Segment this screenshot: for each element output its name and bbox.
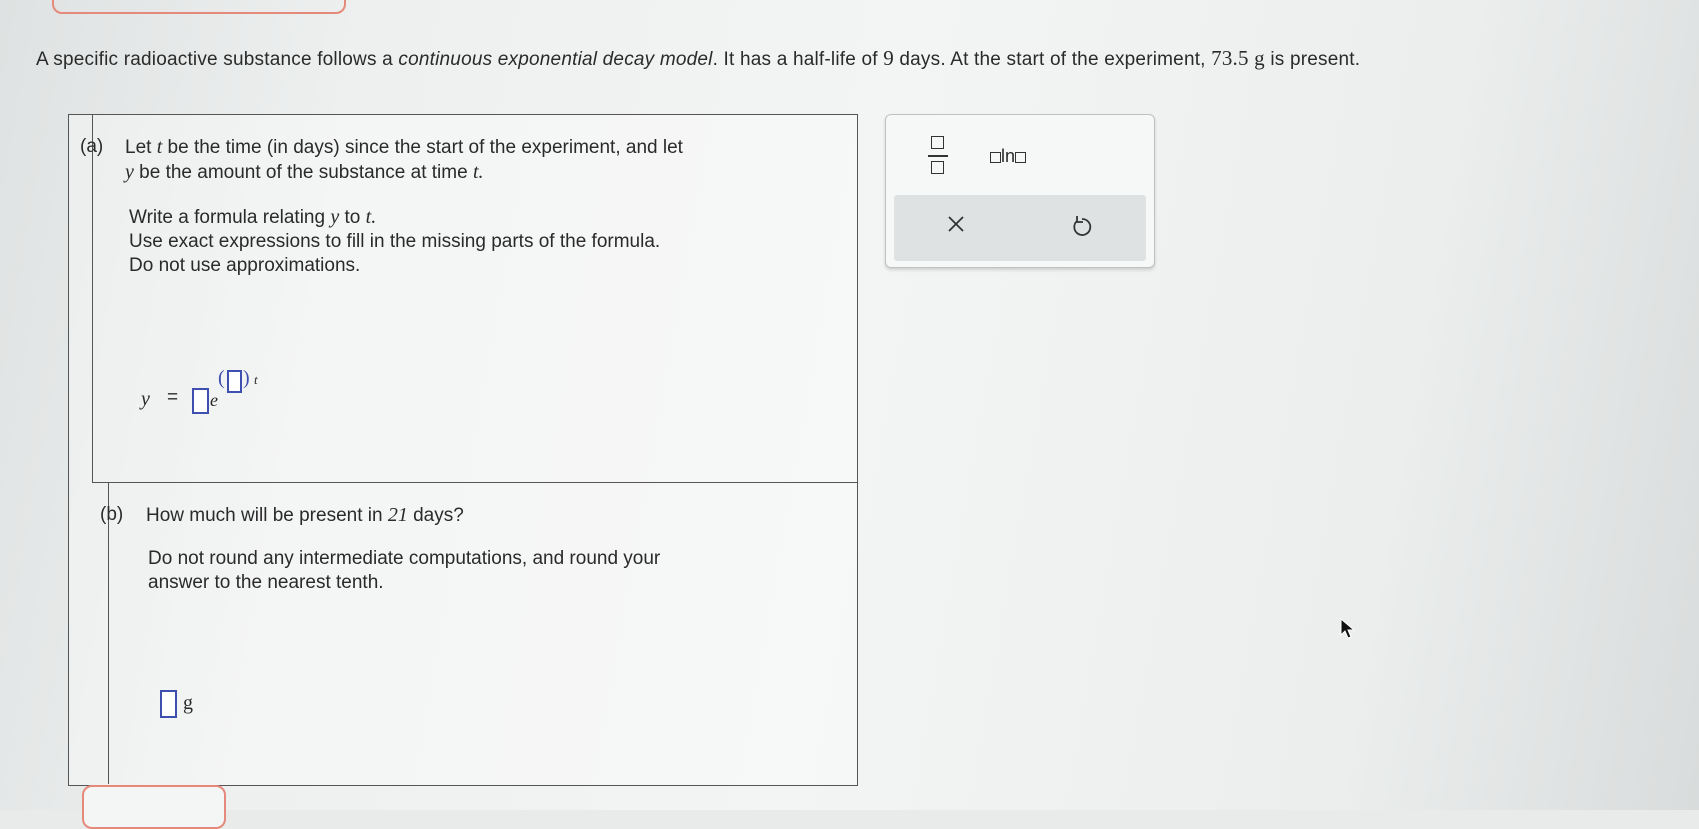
part-b-question-pre: How much will be present in [146,505,388,526]
clear-button[interactable] [945,213,967,235]
undo-icon [1073,216,1092,236]
part-a-line3-pre: Write a formula relating [129,207,331,228]
var-y-2: y [330,206,340,228]
exponent-paren-close: ) [243,367,250,389]
answer-unit: g [183,692,193,714]
part-a-line2: y be the amount of the substance at time… [125,161,484,184]
bottom-action-button[interactable] [82,785,226,829]
part-b-label: (b) [100,504,124,525]
part-b-border [108,482,109,784]
top-tab-button[interactable] [52,0,346,14]
part-a-border [92,114,93,482]
ln-button[interactable]: ln [990,146,1027,167]
half-life-value: 9 [883,46,894,70]
var-t-2: t. [472,161,484,183]
formula-y: y [141,388,150,410]
formula-equals: = [167,387,179,408]
part-b-question-post: days? [407,505,464,526]
part-a-line1-pre: Let [125,137,157,158]
part-a-line4: Use exact expressions to fill in the mis… [129,231,661,252]
problem-model-name: continuous exponential decay model [398,49,713,70]
problem-text-2: . It has a half-life of [712,49,884,70]
ln-label: ln [1001,146,1016,166]
close-icon [948,216,964,232]
part-a-line1: Let t be the time (in days) since the st… [125,136,683,159]
part-b-question: How much will be present in 21 days? [146,504,464,527]
toolbox-action-row [894,195,1146,261]
var-t-3: t. [365,206,377,228]
part-b-instruction-1: Do not round any intermediate computatio… [148,548,661,569]
fraction-button[interactable] [925,136,951,180]
undo-button[interactable] [1070,213,1094,239]
problem-text-4: is present. [1264,49,1361,70]
part-a-label: (a) [80,136,104,157]
formula-t: t [254,372,258,387]
part-b-instruction-2: answer to the nearest tenth. [148,572,384,593]
ln-left-box-icon [990,151,1001,163]
screen-background: A specific radioactive substance follows… [0,0,1699,829]
problem-text-1: A specific radioactive substance follows… [36,49,399,70]
part-a-line3: Write a formula relating y to t. [129,206,376,229]
formula-e: e [210,390,218,410]
exponent-input[interactable] [227,370,242,393]
part-a-line3-mid: to [339,207,366,228]
problem-statement: A specific radioactive substance follows… [36,46,1666,71]
part-b-days: 21 [387,504,408,526]
exponent-paren-open: ( [218,367,225,389]
part-a-line2-post: be the amount of the substance at time [133,162,473,183]
initial-amount: 73.5 g [1211,46,1265,70]
part-a-line5: Do not use approximations. [129,255,361,276]
problem-text-3: days. At the start of the experiment, [893,49,1212,70]
part-a-line1-post: be the time (in days) since the start of… [162,137,683,158]
part-divider [92,482,857,483]
var-y: y [125,161,134,183]
answer-input[interactable] [160,690,177,718]
coefficient-input[interactable] [192,388,209,414]
ln-right-box-icon [1015,151,1027,163]
mouse-pointer-icon [1340,618,1356,639]
